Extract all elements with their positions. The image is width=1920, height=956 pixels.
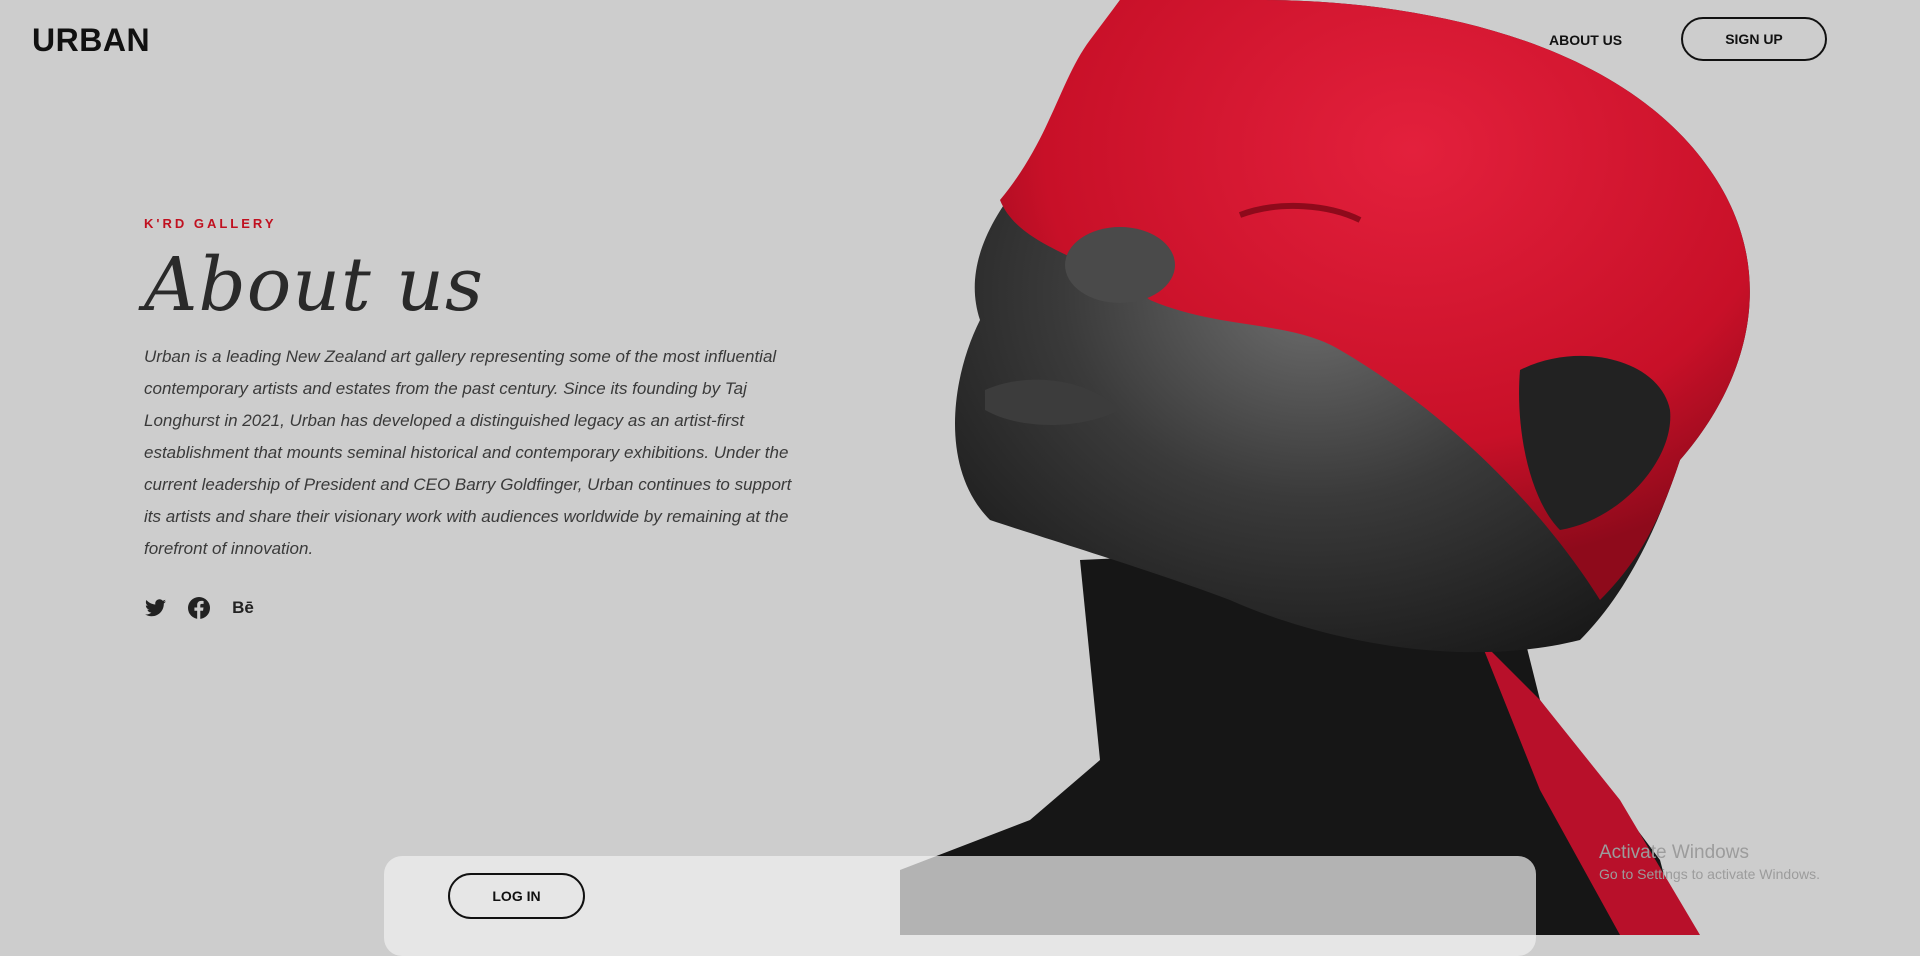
- behance-icon[interactable]: Bē: [232, 597, 254, 619]
- watermark-subtitle: Go to Settings to activate Windows.: [1599, 866, 1820, 882]
- nose-shape: [1065, 227, 1175, 303]
- twitter-icon[interactable]: [144, 597, 166, 619]
- page-title: About us: [144, 242, 484, 328]
- social-links: Bē: [144, 597, 254, 619]
- facebook-icon[interactable]: [188, 597, 210, 619]
- gallery-eyebrow: K'RD GALLERY: [144, 216, 277, 231]
- watermark-title: Activate Windows: [1599, 842, 1749, 863]
- log-in-button[interactable]: LOG IN: [448, 873, 585, 919]
- windows-activation-watermark: Activate Windows Go to Settings to activ…: [1599, 842, 1820, 882]
- about-paragraph: Urban is a leading New Zealand art galle…: [144, 347, 792, 558]
- hero-figure-image: [900, 0, 1750, 935]
- logo[interactable]: URBAN: [32, 22, 150, 59]
